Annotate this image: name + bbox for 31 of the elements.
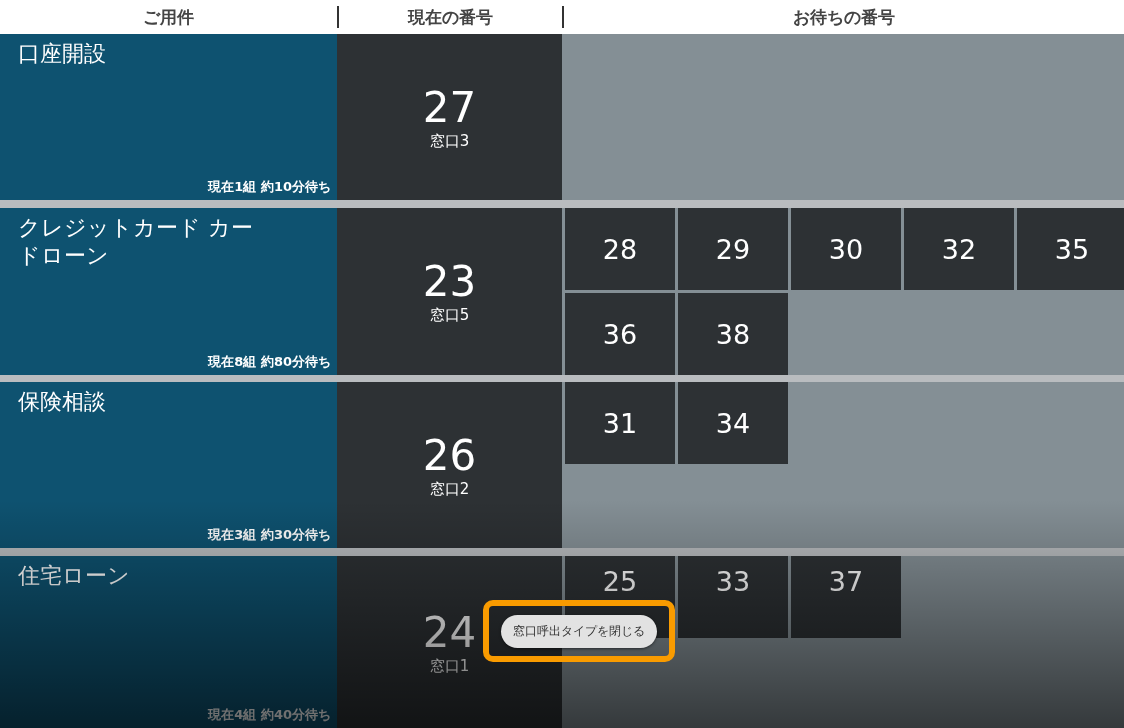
service-name: 住宅ローン [18,562,131,590]
waiting-number: 38 [678,293,788,375]
current-number: 23 [422,258,477,306]
wait-time: 現在3組 約30分待ち [208,526,331,544]
column-header: お待ちの番号 [793,7,895,27]
waiting-number: 30 [791,208,901,290]
waiting-number: 37 [791,556,901,638]
close-button[interactable]: 窓口呼出タイプを閉じる [501,614,657,648]
waiting-number: 35 [1017,208,1124,290]
wait-time: 現在1組 約10分待ち [208,178,331,196]
current-number: 24 [422,608,477,657]
waiting-number: 32 [904,208,1014,290]
waiting-number: 33 [678,556,788,638]
column-header: 現在の番号 [408,7,493,27]
current-number: 26 [422,431,477,480]
service-name: 口座開設 [18,40,107,68]
service-name: 保険相談 [18,388,107,416]
waiting-number: 28 [565,208,675,290]
counter-label: 窓口1 [429,656,470,676]
counter-label: 窓口2 [429,479,470,499]
service-name: クレジットカード カードローン [18,214,254,270]
counter-label: 窓口3 [429,131,470,151]
waiting-number: 34 [678,382,788,464]
current-number: 27 [422,83,477,132]
waiting-number: 36 [565,293,675,375]
waiting-number: 29 [678,208,788,290]
waiting-number: 31 [565,382,675,464]
wait-time: 現在8組 約80分待ち [208,353,331,371]
column-header: ご用件 [143,7,194,27]
counter-label: 窓口5 [429,306,470,325]
wait-time: 現在4組 約40分待ち [208,706,331,724]
